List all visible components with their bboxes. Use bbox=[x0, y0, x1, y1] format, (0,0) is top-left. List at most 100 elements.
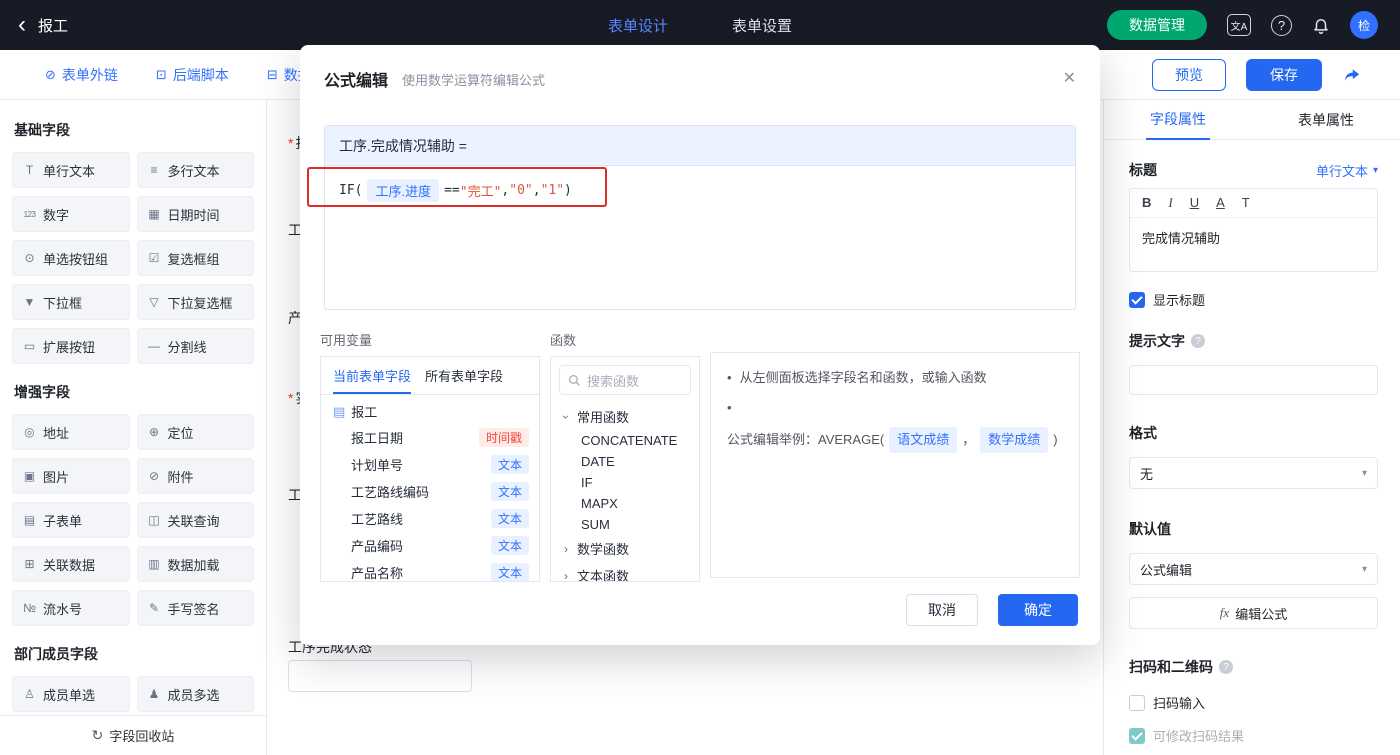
example-field-chip: 数学成绩 bbox=[980, 427, 1049, 453]
sidebar-item-checkbox-group[interactable]: ☑ 复选框组 bbox=[136, 240, 254, 276]
sidebar-item-multi-line-text[interactable]: ≡ 多行文本 bbox=[136, 152, 254, 188]
variables-root-node[interactable]: ▤ 报工 bbox=[321, 395, 539, 424]
variable-row[interactable]: 产品编码 文本 bbox=[321, 532, 539, 559]
format-select[interactable]: 无 ▾ bbox=[1129, 457, 1378, 489]
field-recycle-bin[interactable]: ↻ 字段回收站 bbox=[0, 715, 266, 755]
sidebar-item-address[interactable]: ◎ 地址 bbox=[12, 414, 130, 450]
single-line-text-icon: T bbox=[25, 163, 34, 177]
formula-field-chip: 工序.进度 bbox=[367, 179, 440, 202]
confirm-button[interactable]: 确定 bbox=[998, 594, 1078, 626]
sidebar-item-subform[interactable]: ▤ 子表单 bbox=[12, 502, 130, 538]
share-icon[interactable] bbox=[1342, 66, 1362, 84]
save-button[interactable]: 保存 bbox=[1246, 58, 1322, 91]
italic-button[interactable]: I bbox=[1168, 195, 1172, 211]
sidebar-item-datetime[interactable]: ▦ 日期时间 bbox=[136, 196, 254, 232]
sidebar-item-data-load[interactable]: ▥ 数据加载 bbox=[136, 546, 254, 582]
item-label: 复选框组 bbox=[167, 251, 220, 267]
sidebar-item-number[interactable]: 123 数字 bbox=[12, 196, 130, 232]
title-value-input[interactable]: 完成情况辅助 bbox=[1130, 218, 1377, 271]
variable-row[interactable]: 报工日期 时间戳 bbox=[321, 424, 539, 451]
sidebar-item-radio-group[interactable]: ⊙ 单选按钮组 bbox=[12, 240, 130, 276]
section-member-fields: 部门成员字段 bbox=[14, 646, 98, 662]
formula-close-paren: ) bbox=[564, 183, 572, 198]
formula-editor[interactable]: 工序.完成情况辅助 = IF( 工序.进度 == "完工" , "0" , "1… bbox=[324, 125, 1076, 310]
function-group-math[interactable]: › 数学函数 bbox=[551, 535, 699, 562]
field-type-tag: 文本 bbox=[490, 455, 529, 474]
function-item-date[interactable]: DATE bbox=[551, 451, 699, 472]
sidebar-item-related-query[interactable]: ◫ 关联查询 bbox=[136, 502, 254, 538]
tab-form-properties[interactable]: 表单属性 bbox=[1252, 100, 1400, 139]
form-external-link-button[interactable]: ⊘ 表单外链 bbox=[45, 65, 118, 85]
edit-formula-label: 编辑公式 bbox=[1235, 606, 1288, 622]
tab-current-form-fields[interactable]: 当前表单字段 bbox=[333, 357, 412, 394]
multi-line-text-icon: ≡ bbox=[150, 163, 158, 177]
sidebar-item-extend-button[interactable]: ▭ 扩展按钮 bbox=[12, 328, 130, 364]
hint-text-input[interactable] bbox=[1129, 365, 1378, 395]
field-type-select[interactable]: 单行文本 ▾ bbox=[1316, 161, 1378, 180]
edit-formula-button[interactable]: fx 编辑公式 bbox=[1129, 597, 1378, 629]
modify-scan-result-checkbox[interactable] bbox=[1129, 727, 1145, 744]
field-type-tag: 时间戳 bbox=[478, 428, 529, 447]
bullet-icon: • bbox=[727, 370, 732, 385]
backend-script-button[interactable]: ⊡ 后端脚本 bbox=[156, 65, 229, 85]
function-item-sum[interactable]: SUM bbox=[551, 514, 699, 535]
scan-help-icon[interactable]: ? bbox=[1219, 660, 1233, 674]
function-item-if[interactable]: IF bbox=[551, 472, 699, 493]
tab-all-form-fields[interactable]: 所有表单字段 bbox=[425, 357, 503, 394]
root-label: 报工 bbox=[351, 405, 378, 420]
bell-icon[interactable] bbox=[1312, 16, 1330, 34]
default-value-select[interactable]: 公式编辑 ▾ bbox=[1129, 553, 1378, 585]
sidebar-item-divider[interactable]: — 分割线 bbox=[136, 328, 254, 364]
functions-label: 函数 bbox=[550, 333, 577, 348]
tab-field-properties[interactable]: 字段属性 bbox=[1104, 100, 1252, 140]
sidebar-item-dropdown-multi[interactable]: ▽ 下拉复选框 bbox=[136, 284, 254, 320]
underline-button[interactable]: U bbox=[1190, 195, 1199, 211]
data-manage-button[interactable]: 数据管理 bbox=[1107, 10, 1207, 40]
function-group-common[interactable]: › 常用函数 bbox=[551, 403, 699, 430]
scan-section-label: 扫码和二维码 ? bbox=[1129, 657, 1378, 677]
sidebar-item-single-line-text[interactable]: T 单行文本 bbox=[12, 152, 130, 188]
function-item-concatenate[interactable]: CONCATENATE bbox=[551, 430, 699, 451]
variable-row[interactable]: 产品名称 文本 bbox=[321, 559, 539, 581]
format-value: 无 bbox=[1140, 466, 1154, 482]
hint-help-icon[interactable]: ? bbox=[1191, 334, 1205, 348]
recycle-icon: ↻ bbox=[91, 727, 104, 743]
datetime-icon: ▦ bbox=[148, 207, 160, 221]
back-icon[interactable]: ‹ bbox=[18, 13, 26, 37]
formula-target: 工序.完成情况辅助 = bbox=[325, 126, 1075, 166]
scan-input-checkbox[interactable] bbox=[1129, 694, 1145, 711]
sidebar-item-image[interactable]: ▣ 图片 bbox=[12, 458, 130, 494]
preview-button[interactable]: 预览 bbox=[1152, 58, 1226, 91]
nav-form-settings[interactable]: 表单设置 bbox=[732, 15, 792, 36]
sidebar-item-attachment[interactable]: ⊘ 附件 bbox=[136, 458, 254, 494]
sidebar-item-dropdown[interactable]: ▼ 下拉框 bbox=[12, 284, 130, 320]
sidebar-item-member-multi[interactable]: ♟ 成员多选 bbox=[136, 676, 254, 712]
radio-group-icon: ⊙ bbox=[24, 251, 35, 265]
translate-icon[interactable]: 文A bbox=[1227, 14, 1251, 36]
serial-number-icon: № bbox=[23, 601, 36, 615]
variable-row[interactable]: 计划单号 文本 bbox=[321, 451, 539, 478]
show-title-checkbox[interactable] bbox=[1129, 291, 1145, 308]
sidebar-item-location[interactable]: ⊕ 定位 bbox=[136, 414, 254, 450]
text-size-button[interactable]: T bbox=[1242, 195, 1250, 211]
sidebar-item-serial-number[interactable]: № 流水号 bbox=[12, 590, 130, 626]
help-icon[interactable]: ? bbox=[1271, 14, 1292, 36]
function-group-text[interactable]: › 文本函数 bbox=[551, 562, 699, 582]
sidebar-item-member-single[interactable]: ♙ 成员单选 bbox=[12, 676, 130, 712]
item-label: 定位 bbox=[167, 425, 194, 441]
close-icon[interactable]: ✕ bbox=[1063, 71, 1076, 87]
variable-row[interactable]: 工艺路线 文本 bbox=[321, 505, 539, 532]
format-label: 格式 bbox=[1129, 425, 1157, 441]
cancel-button[interactable]: 取消 bbox=[906, 594, 978, 626]
function-item-mapx[interactable]: MAPX bbox=[551, 493, 699, 514]
function-search-input[interactable]: 搜索函数 bbox=[559, 365, 691, 395]
sidebar-item-related-data[interactable]: ⊞ 关联数据 bbox=[12, 546, 130, 582]
font-color-button[interactable]: A bbox=[1216, 195, 1225, 211]
tips-spacer bbox=[710, 330, 1080, 345]
bold-button[interactable]: B bbox=[1142, 195, 1151, 211]
sidebar-item-signature[interactable]: ✎ 手写签名 bbox=[136, 590, 254, 626]
process-status-input[interactable] bbox=[288, 660, 472, 692]
variable-row[interactable]: 工艺路线编码 文本 bbox=[321, 478, 539, 505]
nav-form-design[interactable]: 表单设计 bbox=[608, 15, 668, 36]
avatar[interactable]: 检 bbox=[1350, 11, 1378, 39]
